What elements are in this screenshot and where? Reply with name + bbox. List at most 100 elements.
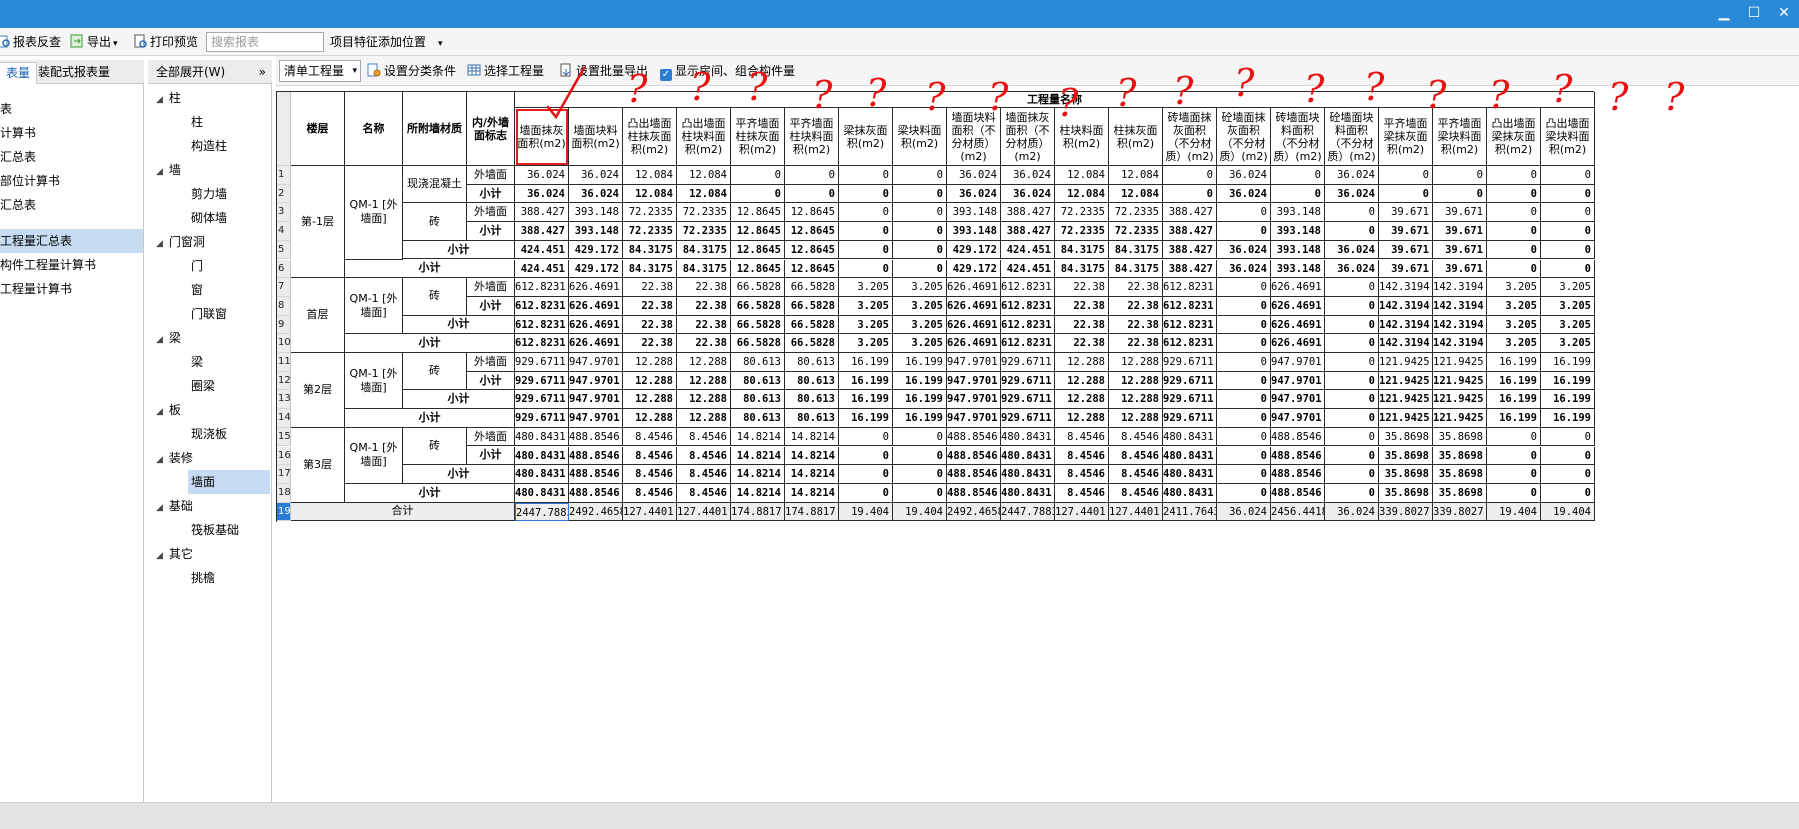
table-cell[interactable]: 612.8231 [515, 296, 569, 316]
table-cell[interactable]: 39.671 [1379, 222, 1433, 241]
table-cell[interactable]: 121.9425 [1379, 409, 1433, 428]
table-cell[interactable]: 0 [893, 184, 947, 204]
table-cell[interactable]: 36.024 [1217, 259, 1271, 279]
table-cell[interactable]: 121.9425 [1433, 390, 1487, 410]
column-header[interactable]: 砖墙面抹灰面积（不分材质）(m2) [1163, 108, 1217, 166]
table-cell[interactable]: 80.613 [785, 353, 839, 372]
column-header[interactable]: 砖墙面块料面积（不分材质）(m2) [1271, 108, 1325, 166]
column-header[interactable]: 凸出墙面梁抹灰面积(m2) [1487, 108, 1541, 166]
table-cell[interactable]: 66.5828 [785, 334, 839, 353]
table-cell[interactable]: 0 [1325, 315, 1379, 335]
table-cell[interactable]: 121.9425 [1433, 371, 1487, 391]
tree-group[interactable]: ◢ 其它 [156, 542, 193, 566]
table-cell[interactable]: 612.8231 [1001, 296, 1055, 316]
table-cell[interactable]: 35.8698 [1433, 483, 1487, 503]
set-category-button[interactable]: 设置分类条件 [367, 61, 456, 81]
table-cell[interactable]: 0 [1217, 465, 1271, 484]
maximize-icon[interactable]: ☐ [1742, 2, 1766, 24]
table-cell[interactable]: 36.024 [515, 166, 569, 185]
table-cell[interactable]: 0 [1541, 222, 1595, 241]
table-cell[interactable]: 612.8231 [1001, 334, 1055, 353]
table-cell[interactable]: 0 [1487, 203, 1541, 223]
table-cell[interactable]: 84.3175 [677, 240, 731, 260]
table-cell[interactable]: 480.8431 [1163, 446, 1217, 466]
table-cell[interactable]: 0 [893, 259, 947, 279]
table-cell[interactable]: 121.9425 [1379, 390, 1433, 410]
table-cell[interactable]: 0 [1217, 390, 1271, 410]
column-header[interactable]: 柱块料面积(m2) [1055, 108, 1109, 166]
table-cell[interactable]: 84.3175 [1055, 259, 1109, 279]
expand-triangle-icon[interactable]: ◢ [156, 407, 163, 417]
table-cell[interactable]: 0 [839, 427, 893, 447]
table-cell[interactable]: 626.4691 [1271, 334, 1325, 353]
table-cell[interactable]: 84.3175 [1109, 259, 1163, 279]
table-cell[interactable]: 929.6711 [1163, 371, 1217, 391]
table-cell[interactable]: 174.8817 [731, 502, 785, 522]
table-cell[interactable]: 388.427 [1001, 203, 1055, 223]
table-cell[interactable]: 36.024 [1217, 240, 1271, 260]
table-cell[interactable]: 388.427 [515, 203, 569, 223]
table-cell[interactable]: 8.4546 [1055, 483, 1109, 503]
table-cell[interactable]: 14.8214 [785, 427, 839, 447]
search-input[interactable] [206, 32, 324, 52]
table-cell[interactable]: 22.38 [1109, 296, 1163, 316]
table-cell[interactable]: 393.148 [947, 203, 1001, 223]
column-header[interactable]: 凸出墙面柱抹灰面积(m2) [623, 108, 677, 166]
table-cell[interactable]: 0 [839, 184, 893, 204]
table-cell[interactable]: 0 [893, 465, 947, 484]
table-cell[interactable]: 142.3194 [1379, 296, 1433, 316]
column-header[interactable]: 墙面块料面积（不分材质）(m2) [947, 108, 1001, 166]
table-cell[interactable]: 0 [839, 240, 893, 260]
table-cell[interactable]: 8.4546 [677, 427, 731, 447]
table-cell[interactable]: 39.671 [1379, 259, 1433, 279]
table-cell[interactable]: 2447.7883 [515, 502, 569, 522]
table-cell[interactable]: 429.172 [947, 240, 1001, 260]
report-list-item[interactable]: 部位计算书 [0, 169, 143, 193]
table-cell[interactable]: 142.3194 [1379, 278, 1433, 297]
table-cell[interactable]: 72.2335 [1055, 222, 1109, 241]
table-cell[interactable]: 12.8645 [785, 203, 839, 223]
table-cell[interactable]: 16.199 [1541, 353, 1595, 372]
table-cell[interactable]: 3.205 [893, 315, 947, 335]
table-cell[interactable]: 626.4691 [947, 278, 1001, 297]
print-preview-button[interactable]: 打印预览 [133, 32, 198, 52]
table-cell[interactable]: 36.024 [1325, 502, 1379, 522]
table-cell[interactable]: 121.9425 [1433, 353, 1487, 372]
table-cell[interactable]: 0 [1325, 465, 1379, 484]
table-cell[interactable]: 429.172 [569, 259, 623, 279]
table-cell[interactable]: 0 [893, 427, 947, 447]
table-cell[interactable]: 393.148 [1271, 240, 1325, 260]
table-cell[interactable]: 626.4691 [1271, 315, 1325, 335]
report-check-button[interactable]: 报表反查 [0, 32, 61, 52]
table-cell[interactable]: 22.38 [677, 315, 731, 335]
table-cell[interactable]: 8.4546 [623, 427, 677, 447]
table-cell[interactable]: 393.148 [569, 203, 623, 223]
table-cell[interactable]: 12.288 [1109, 371, 1163, 391]
table-cell[interactable]: 0 [893, 222, 947, 241]
table-cell[interactable]: 2411.7643 [1163, 502, 1217, 522]
table-cell[interactable]: 19.404 [893, 502, 947, 522]
table-cell[interactable]: 12.084 [677, 166, 731, 185]
table-cell[interactable]: 12.288 [1055, 409, 1109, 428]
collapse-panel-icon[interactable]: » [259, 60, 266, 84]
table-cell[interactable]: 35.8698 [1433, 427, 1487, 447]
table-cell[interactable]: 0 [1217, 278, 1271, 297]
table-cell[interactable]: 0 [839, 465, 893, 484]
table-cell[interactable]: 19.404 [1541, 502, 1595, 522]
table-cell[interactable]: 488.8546 [1271, 465, 1325, 484]
table-cell[interactable]: 142.3194 [1379, 315, 1433, 335]
column-header[interactable]: 平齐墙面梁块料面积(m2) [1433, 108, 1487, 166]
report-list-item[interactable]: 计算书 [0, 121, 143, 145]
table-cell[interactable]: 22.38 [1055, 296, 1109, 316]
table-cell[interactable]: 121.9425 [1379, 371, 1433, 391]
table-cell[interactable]: 39.671 [1433, 240, 1487, 260]
column-header[interactable]: 砼墙面块料面积（不分材质）(m2) [1325, 108, 1379, 166]
table-cell[interactable]: 39.671 [1379, 240, 1433, 260]
table-cell[interactable]: 142.3194 [1379, 334, 1433, 353]
column-header[interactable]: 墙面抹灰面积(m2) [515, 108, 569, 166]
table-cell[interactable]: 3.205 [1541, 296, 1595, 316]
table-cell[interactable]: 72.2335 [1055, 203, 1109, 223]
table-cell[interactable]: 480.8431 [515, 427, 569, 447]
table-cell[interactable]: 0 [1325, 427, 1379, 447]
table-cell[interactable]: 488.8546 [569, 483, 623, 503]
